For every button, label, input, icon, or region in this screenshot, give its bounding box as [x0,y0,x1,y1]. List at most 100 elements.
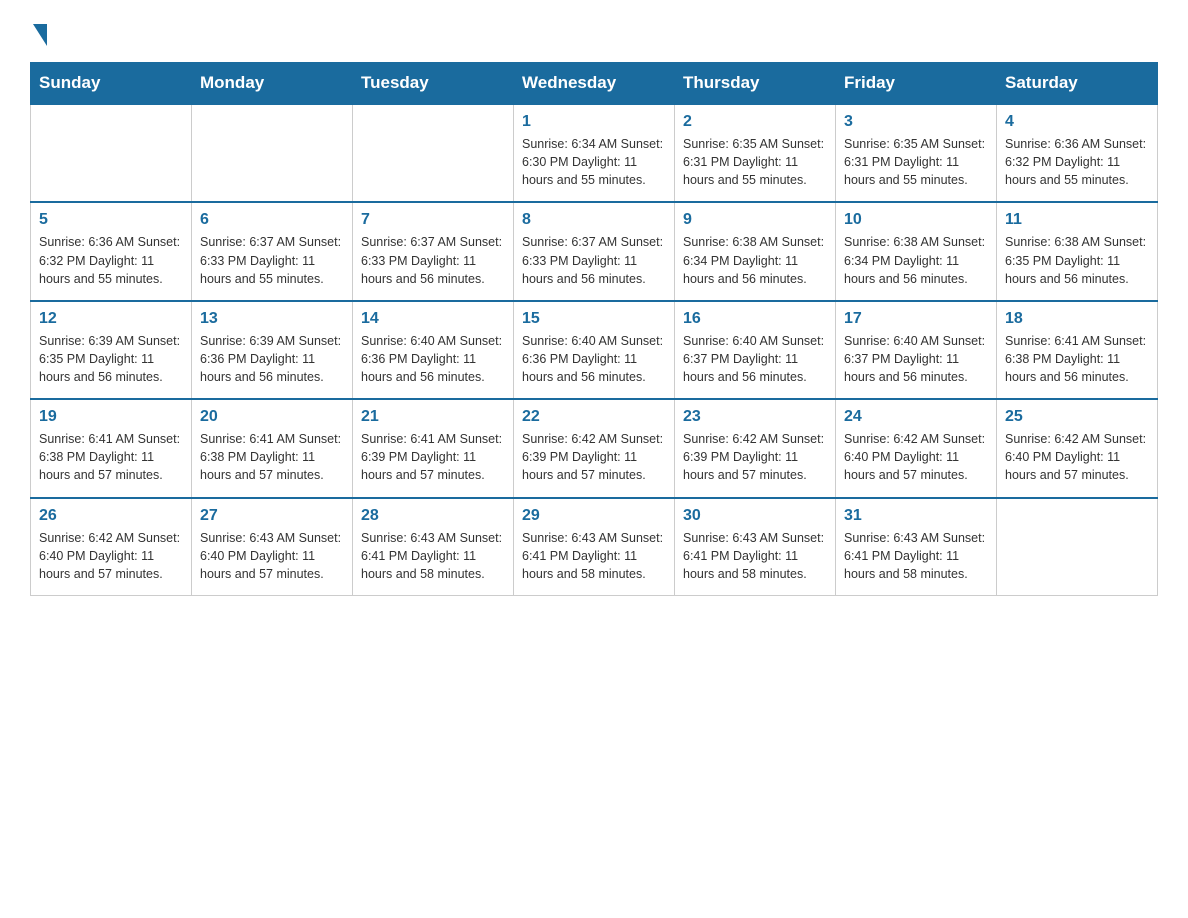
calendar-cell: 11 Sunrise: 6:38 AM Sunset: 6:35 PM Dayli… [997,202,1158,300]
day-number: 30 [683,507,827,525]
calendar-table: SundayMondayTuesdayWednesdayThursdayFrid… [30,62,1158,596]
day-number: 21 [361,408,505,426]
day-info: Sunrise: 6:43 AM Sunset: 6:41 PM Dayligh… [522,529,666,583]
logo-triangle-icon [33,24,47,46]
day-number: 1 [522,113,666,131]
day-info: Sunrise: 6:42 AM Sunset: 6:39 PM Dayligh… [522,430,666,484]
calendar-cell: 13 Sunrise: 6:39 AM Sunset: 6:36 PM Dayli… [192,301,353,399]
day-info: Sunrise: 6:43 AM Sunset: 6:40 PM Dayligh… [200,529,344,583]
day-info: Sunrise: 6:43 AM Sunset: 6:41 PM Dayligh… [361,529,505,583]
column-header-monday: Monday [192,63,353,105]
day-info: Sunrise: 6:42 AM Sunset: 6:40 PM Dayligh… [1005,430,1149,484]
day-number: 7 [361,211,505,229]
day-info: Sunrise: 6:38 AM Sunset: 6:35 PM Dayligh… [1005,233,1149,287]
calendar-cell: 15 Sunrise: 6:40 AM Sunset: 6:36 PM Dayli… [514,301,675,399]
day-info: Sunrise: 6:39 AM Sunset: 6:35 PM Dayligh… [39,332,183,386]
column-header-wednesday: Wednesday [514,63,675,105]
day-number: 10 [844,211,988,229]
day-info: Sunrise: 6:36 AM Sunset: 6:32 PM Dayligh… [1005,135,1149,189]
day-number: 14 [361,310,505,328]
calendar-cell [997,498,1158,596]
column-header-thursday: Thursday [675,63,836,105]
calendar-cell: 4 Sunrise: 6:36 AM Sunset: 6:32 PM Daylig… [997,104,1158,202]
day-number: 23 [683,408,827,426]
day-info: Sunrise: 6:41 AM Sunset: 6:38 PM Dayligh… [39,430,183,484]
calendar-cell: 23 Sunrise: 6:42 AM Sunset: 6:39 PM Dayli… [675,399,836,497]
calendar-cell [192,104,353,202]
day-info: Sunrise: 6:42 AM Sunset: 6:40 PM Dayligh… [39,529,183,583]
day-number: 20 [200,408,344,426]
day-info: Sunrise: 6:41 AM Sunset: 6:39 PM Dayligh… [361,430,505,484]
day-number: 11 [1005,211,1149,229]
calendar-cell: 27 Sunrise: 6:43 AM Sunset: 6:40 PM Dayli… [192,498,353,596]
day-info: Sunrise: 6:38 AM Sunset: 6:34 PM Dayligh… [844,233,988,287]
day-info: Sunrise: 6:40 AM Sunset: 6:37 PM Dayligh… [683,332,827,386]
calendar-cell: 18Sunrise: 6:41 AM Sunset: 6:38 PM Dayli… [997,301,1158,399]
day-number: 22 [522,408,666,426]
calendar-cell: 31Sunrise: 6:43 AM Sunset: 6:41 PM Dayli… [836,498,997,596]
day-number: 28 [361,507,505,525]
day-number: 12 [39,310,183,328]
day-number: 31 [844,507,988,525]
column-header-sunday: Sunday [31,63,192,105]
day-number: 17 [844,310,988,328]
calendar-cell: 26 Sunrise: 6:42 AM Sunset: 6:40 PM Dayli… [31,498,192,596]
week-row-1: 1 Sunrise: 6:34 AM Sunset: 6:30 PM Daylig… [31,104,1158,202]
calendar-cell: 24Sunrise: 6:42 AM Sunset: 6:40 PM Dayli… [836,399,997,497]
day-info: Sunrise: 6:35 AM Sunset: 6:31 PM Dayligh… [844,135,988,189]
day-number: 9 [683,211,827,229]
day-number: 18 [1005,310,1149,328]
calendar-cell [353,104,514,202]
day-number: 27 [200,507,344,525]
day-number: 4 [1005,113,1149,131]
calendar-cell: 3Sunrise: 6:35 AM Sunset: 6:31 PM Daylig… [836,104,997,202]
calendar-cell: 6 Sunrise: 6:37 AM Sunset: 6:33 PM Daylig… [192,202,353,300]
day-number: 5 [39,211,183,229]
calendar-cell: 16 Sunrise: 6:40 AM Sunset: 6:37 PM Dayli… [675,301,836,399]
week-row-5: 26 Sunrise: 6:42 AM Sunset: 6:40 PM Dayli… [31,498,1158,596]
logo [30,20,47,42]
day-info: Sunrise: 6:34 AM Sunset: 6:30 PM Dayligh… [522,135,666,189]
calendar-cell: 12 Sunrise: 6:39 AM Sunset: 6:35 PM Dayli… [31,301,192,399]
calendar-cell: 9 Sunrise: 6:38 AM Sunset: 6:34 PM Daylig… [675,202,836,300]
week-row-3: 12 Sunrise: 6:39 AM Sunset: 6:35 PM Dayli… [31,301,1158,399]
day-number: 29 [522,507,666,525]
column-header-tuesday: Tuesday [353,63,514,105]
day-number: 13 [200,310,344,328]
calendar-cell: 28 Sunrise: 6:43 AM Sunset: 6:41 PM Dayli… [353,498,514,596]
page-header [30,20,1158,42]
calendar-cell: 21 Sunrise: 6:41 AM Sunset: 6:39 PM Dayli… [353,399,514,497]
day-number: 2 [683,113,827,131]
day-number: 16 [683,310,827,328]
week-row-2: 5 Sunrise: 6:36 AM Sunset: 6:32 PM Daylig… [31,202,1158,300]
day-info: Sunrise: 6:42 AM Sunset: 6:39 PM Dayligh… [683,430,827,484]
day-info: Sunrise: 6:41 AM Sunset: 6:38 PM Dayligh… [200,430,344,484]
calendar-header-row: SundayMondayTuesdayWednesdayThursdayFrid… [31,63,1158,105]
calendar-cell: 30 Sunrise: 6:43 AM Sunset: 6:41 PM Dayli… [675,498,836,596]
day-number: 15 [522,310,666,328]
day-number: 6 [200,211,344,229]
calendar-cell [31,104,192,202]
column-header-saturday: Saturday [997,63,1158,105]
calendar-cell: 19 Sunrise: 6:41 AM Sunset: 6:38 PM Dayli… [31,399,192,497]
day-number: 25 [1005,408,1149,426]
day-info: Sunrise: 6:38 AM Sunset: 6:34 PM Dayligh… [683,233,827,287]
calendar-cell: 14 Sunrise: 6:40 AM Sunset: 6:36 PM Dayli… [353,301,514,399]
calendar-cell: 8Sunrise: 6:37 AM Sunset: 6:33 PM Daylig… [514,202,675,300]
day-info: Sunrise: 6:43 AM Sunset: 6:41 PM Dayligh… [683,529,827,583]
day-info: Sunrise: 6:39 AM Sunset: 6:36 PM Dayligh… [200,332,344,386]
day-info: Sunrise: 6:37 AM Sunset: 6:33 PM Dayligh… [522,233,666,287]
day-info: Sunrise: 6:40 AM Sunset: 6:36 PM Dayligh… [361,332,505,386]
day-info: Sunrise: 6:40 AM Sunset: 6:36 PM Dayligh… [522,332,666,386]
calendar-cell: 7Sunrise: 6:37 AM Sunset: 6:33 PM Daylig… [353,202,514,300]
calendar-cell: 17Sunrise: 6:40 AM Sunset: 6:37 PM Dayli… [836,301,997,399]
day-number: 26 [39,507,183,525]
calendar-cell: 1 Sunrise: 6:34 AM Sunset: 6:30 PM Daylig… [514,104,675,202]
day-number: 19 [39,408,183,426]
calendar-cell: 5 Sunrise: 6:36 AM Sunset: 6:32 PM Daylig… [31,202,192,300]
day-info: Sunrise: 6:36 AM Sunset: 6:32 PM Dayligh… [39,233,183,287]
calendar-cell: 10 Sunrise: 6:38 AM Sunset: 6:34 PM Dayli… [836,202,997,300]
calendar-cell: 25 Sunrise: 6:42 AM Sunset: 6:40 PM Dayli… [997,399,1158,497]
calendar-cell: 2Sunrise: 6:35 AM Sunset: 6:31 PM Daylig… [675,104,836,202]
day-info: Sunrise: 6:37 AM Sunset: 6:33 PM Dayligh… [200,233,344,287]
